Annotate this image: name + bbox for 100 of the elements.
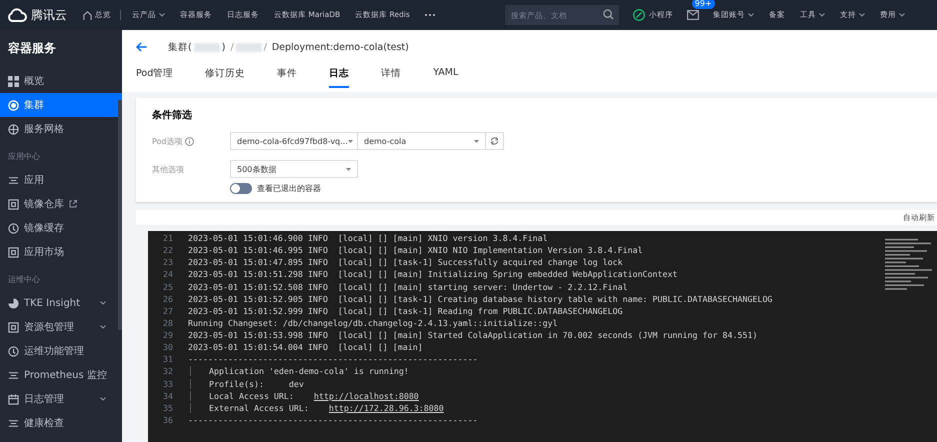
field-label: 其他选项 xyxy=(152,164,185,174)
count-select[interactable]: 500条数据 xyxy=(230,160,358,178)
sidebar-item[interactable]: 日志管理 xyxy=(0,387,122,411)
toggle-label: 查看已退出的容器 xyxy=(257,183,321,194)
notification-badge: 99+ xyxy=(692,0,715,9)
log-text: 2023-05-01 15:01:46.900 INFO [local] [] [main] XNIO version 3.8.4.Final xyxy=(188,233,548,244)
dropdown-triangle-icon xyxy=(474,140,479,142)
refresh-button[interactable] xyxy=(486,132,504,150)
line-number: 31 xyxy=(162,354,174,364)
sidebar-title: 容器服务 xyxy=(7,40,57,57)
external-link-icon xyxy=(69,200,77,208)
sidebar-item[interactable]: 健康检查 xyxy=(0,411,122,435)
filter-title: 条件筛选 xyxy=(152,108,193,122)
sidebar-item[interactable]: 镜像仓库 xyxy=(0,192,122,216)
line-number: 36 xyxy=(162,414,174,425)
chevron-down-icon xyxy=(159,13,165,17)
dropdown-triangle-icon xyxy=(346,168,351,170)
sidebar-item[interactable]: 应用 xyxy=(0,168,122,192)
line-number: 27 xyxy=(162,306,174,316)
log-text: 2023-05-01 15:01:46.995 INFO [local] [] [main] XNIO NIO Implementation Version 3.8.4.Final xyxy=(188,245,643,256)
log-text: ---------------------------------------------------------- xyxy=(188,354,478,364)
app-icon xyxy=(8,370,19,380)
breadcrumb-link[interactable]: ) xyxy=(222,42,226,52)
back-arrow-icon[interactable] xyxy=(136,42,147,52)
log-text: 2023-05-01 15:01:54.004 INFO [local] [] [main] xyxy=(188,342,423,352)
sidebar-item[interactable]: 应用市场 xyxy=(0,240,122,264)
brand-name[interactable]: 腾讯云 xyxy=(31,6,67,24)
log-text: 2023-05-01 15:01:51.298 INFO [local] [] [main] Initializing Spring embedded WebApplicationContext xyxy=(188,269,678,280)
chevron-down-icon xyxy=(898,13,905,17)
home-icon xyxy=(83,10,92,20)
mail-icon[interactable] xyxy=(686,10,699,20)
line-number: 32 xyxy=(162,366,174,376)
line-number: 34 xyxy=(162,390,174,401)
line-number: 29 xyxy=(162,330,174,340)
chevron-down-icon xyxy=(818,13,825,17)
sidebar-item[interactable]: 运维功能管理 xyxy=(0,339,122,363)
scrollbar-thumb[interactable] xyxy=(118,100,122,330)
mini-program-icon xyxy=(632,9,645,21)
sidebar-item[interactable]: 概览 xyxy=(0,69,122,93)
log-text: Application 'eden-demo-cola' is running! xyxy=(190,366,409,376)
redacted-block xyxy=(194,42,220,52)
log-text: Local Access URL: xyxy=(190,390,314,401)
sidebar-item[interactable]: 资源包管理 xyxy=(0,315,122,339)
app-icon xyxy=(8,418,19,428)
target-icon xyxy=(8,100,19,110)
mesh-icon xyxy=(8,124,19,134)
log-text: Profile(s): dev xyxy=(190,378,304,389)
line-number: 24 xyxy=(162,269,174,280)
calendar-icon xyxy=(8,394,19,404)
pod-select[interactable]: demo-cola-6fcd97fbd8-vq... xyxy=(230,132,358,150)
sidebar-item[interactable]: Prometheus 监控 xyxy=(0,363,122,387)
tab[interactable]: 详情 xyxy=(381,63,402,88)
log-text: External Access URL: xyxy=(190,402,329,413)
tab[interactable]: YAML xyxy=(433,63,458,88)
sidebar-section-heading: 运维中心 xyxy=(7,274,41,286)
box-icon xyxy=(8,246,19,258)
log-text: 2023-05-01 15:01:52.999 INFO [local] [] [task-1] Reading from PUBLIC.DATABASECHANGELOG xyxy=(188,306,623,316)
breadcrumb-separator: / xyxy=(264,42,267,52)
info-icon xyxy=(184,136,194,146)
breadcrumb-separator: / xyxy=(230,42,234,52)
chevron-down-icon xyxy=(748,13,754,17)
tab[interactable]: 日志 xyxy=(329,63,350,88)
log-text: 2023-05-01 15:01:47.895 INFO [local] [] [task-1] Successfully acquired change log lock xyxy=(188,257,623,268)
pie-icon xyxy=(8,298,19,308)
line-number: 25 xyxy=(162,282,174,292)
sidebar-item[interactable]: TKE Insight xyxy=(0,291,122,315)
chevron-down-icon xyxy=(858,13,865,17)
sidebar-item[interactable]: 镜像缓存 xyxy=(0,216,122,240)
line-number: 26 xyxy=(162,294,174,304)
container-select[interactable]: demo-cola xyxy=(358,132,486,150)
log-text: Running Changeset: /db/changelog/db.changelog-2.4.13.yaml::initialize::gyl xyxy=(188,318,558,328)
chevron-down-icon xyxy=(100,397,106,401)
toggle-switch[interactable] xyxy=(230,183,252,194)
log-link[interactable]: http://172.28.96.3:8080 xyxy=(328,402,444,413)
redacted-block xyxy=(236,42,262,52)
log-text: 2023-05-01 15:01:52.508 INFO [local] [] [main] starting server: Undertow - 2.2.12.Final xyxy=(188,282,628,292)
line-number: 28 xyxy=(162,318,174,328)
grid-icon xyxy=(8,76,19,86)
app-icon xyxy=(8,174,19,186)
cache-icon xyxy=(8,222,19,234)
tab[interactable]: 修订历史 xyxy=(205,63,246,88)
tab[interactable]: Pod管理 xyxy=(136,63,174,88)
log-text: ---------------------------------------------------------- xyxy=(188,414,478,425)
box-icon xyxy=(8,322,19,332)
log-link[interactable]: http://localhost:8080 xyxy=(314,390,419,401)
line-number: 22 xyxy=(162,245,174,256)
search-icon xyxy=(602,9,614,20)
log-text: 2023-05-01 15:01:53.998 INFO [local] [] [main] Started ColaApplication in 70.002 seconds (JVM running for 84.551) xyxy=(188,330,758,340)
line-number: 21 xyxy=(162,233,174,244)
breadcrumb-link[interactable]: 集群( xyxy=(168,40,192,54)
chevron-down-icon xyxy=(100,301,106,305)
sidebar-item[interactable]: 集群 xyxy=(0,93,122,117)
tab[interactable]: 事件 xyxy=(277,63,298,88)
cache-icon xyxy=(8,346,19,356)
sidebar-item[interactable]: 服务网格 xyxy=(0,117,122,141)
chevron-down-icon xyxy=(100,325,106,329)
box-icon xyxy=(8,198,19,210)
breadcrumb-current: Deployment:demo-cola(test) xyxy=(272,42,409,52)
field-label: Pod选项 xyxy=(152,136,183,146)
refresh-icon xyxy=(490,136,499,146)
